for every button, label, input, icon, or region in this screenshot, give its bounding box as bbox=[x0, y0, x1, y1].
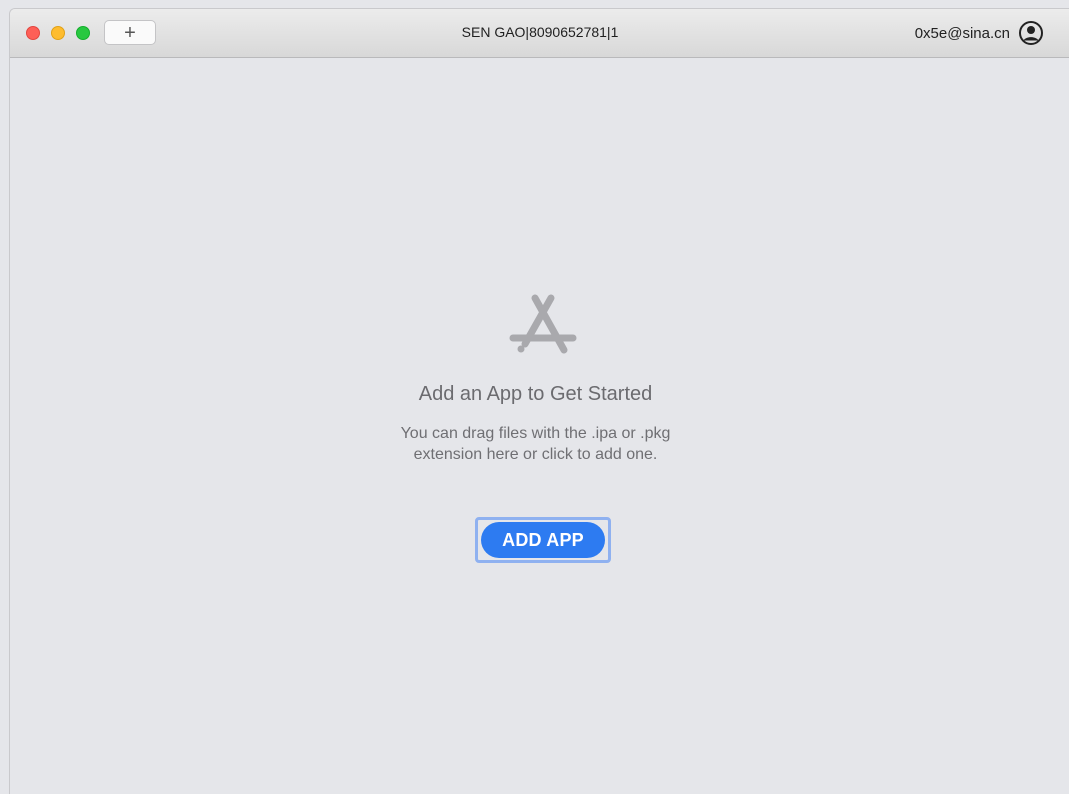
title-bar[interactable]: + SEN GAO|8090652781|1 0x5e@sina.cn bbox=[10, 9, 1069, 58]
description-line-1: You can drag files with the .ipa or .pkg bbox=[400, 425, 671, 442]
account-email: 0x5e@sina.cn bbox=[914, 24, 1010, 42]
app-window: + SEN GAO|8090652781|1 0x5e@sina.cn Add … bbox=[9, 8, 1069, 794]
app-store-icon bbox=[509, 294, 577, 354]
add-app-button[interactable]: ADD APP bbox=[481, 522, 605, 558]
account-menu[interactable]: 0x5e@sina.cn bbox=[915, 20, 1044, 46]
empty-state-heading: Add an App to Get Started bbox=[418, 383, 653, 405]
person-circle-icon[interactable] bbox=[1018, 20, 1044, 46]
add-app-focus-ring[interactable]: ADD APP bbox=[475, 517, 611, 563]
description-line-2: extension here or click to add one. bbox=[413, 446, 658, 463]
drop-zone[interactable]: Add an App to Get Started You can drag f… bbox=[10, 58, 1069, 794]
window-title: SEN GAO|8090652781|1 bbox=[461, 24, 619, 40]
empty-state-description: You can drag files with the .ipa or .pkg… bbox=[10, 423, 1069, 465]
